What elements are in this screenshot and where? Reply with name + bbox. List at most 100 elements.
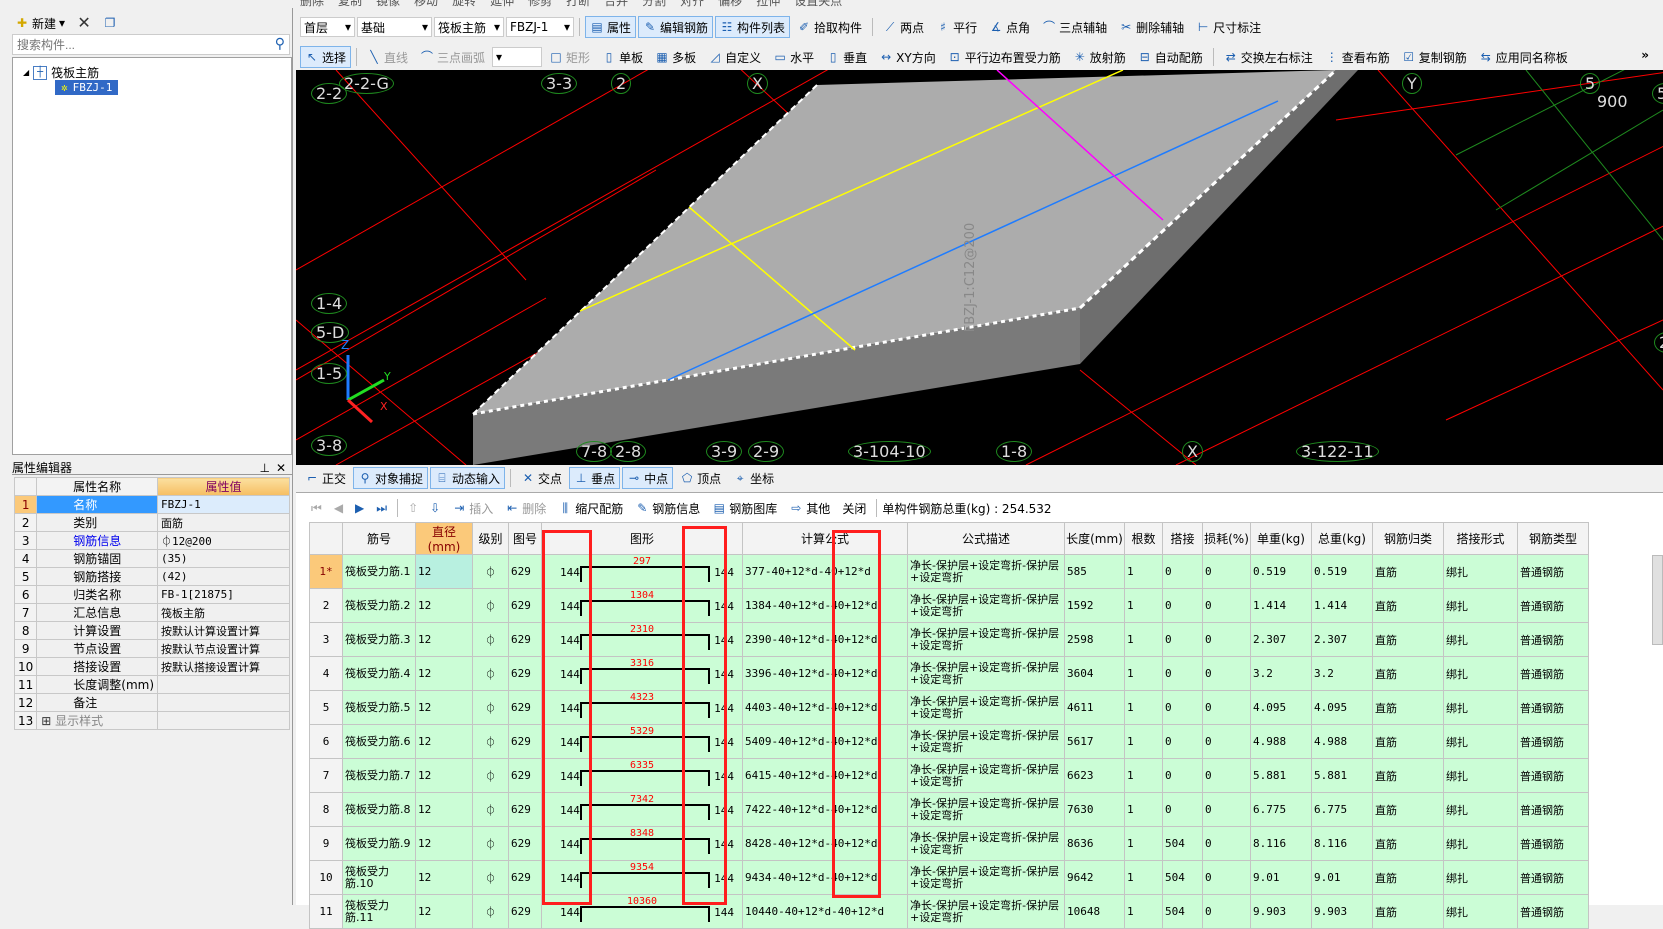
cell-fig[interactable]: 629: [508, 860, 542, 895]
cell-type[interactable]: 普通钢筋: [1517, 622, 1589, 657]
cell-lapform[interactable]: 绑扎: [1443, 894, 1518, 929]
cell-total[interactable]: 3.2: [1311, 656, 1373, 691]
column-header[interactable]: 搭接形式: [1443, 522, 1518, 555]
row-number[interactable]: 2: [309, 588, 343, 623]
property-row[interactable]: 5 钢筋搭接 (42): [13, 567, 290, 586]
cell-lapform[interactable]: 绑扎: [1443, 860, 1518, 895]
property-row[interactable]: 9 节点设置 按默认节点设置计算: [13, 639, 290, 658]
cell-desc[interactable]: 净长-保护层+设定弯折-保护层+设定弯折: [907, 758, 1065, 793]
cell-lapform[interactable]: 绑扎: [1443, 792, 1518, 827]
cell-cls[interactable]: 直筋: [1372, 622, 1444, 657]
cell-total[interactable]: 8.116: [1311, 826, 1373, 861]
expand-icon[interactable]: ⊞: [41, 714, 55, 728]
cell-dia[interactable]: 12: [415, 860, 473, 895]
first-button[interactable]: ⏮: [306, 497, 327, 519]
cell-fig[interactable]: 629: [508, 554, 542, 589]
edit-tool-9[interactable]: 分割: [642, 0, 666, 9]
cell-fig[interactable]: 629: [508, 656, 542, 691]
column-header[interactable]: 公式描述: [907, 522, 1065, 555]
cell-unit[interactable]: 1.414: [1250, 588, 1312, 623]
rebar-tool-6[interactable]: 关闭: [837, 497, 871, 519]
cell-loss[interactable]: 0: [1202, 724, 1251, 759]
cell-lap[interactable]: 0: [1162, 724, 1203, 759]
cell-fig[interactable]: 629: [508, 758, 542, 793]
row-number[interactable]: 6: [309, 724, 343, 759]
cell-len[interactable]: 10648: [1064, 894, 1125, 929]
cell-count[interactable]: 1: [1124, 724, 1163, 759]
cell-fig[interactable]: 629: [508, 690, 542, 725]
cell-type[interactable]: 普通钢筋: [1517, 758, 1589, 793]
cell-cls[interactable]: 直筋: [1372, 588, 1444, 623]
cell-name[interactable]: 筏板受力筋.2: [342, 588, 416, 623]
cell-loss[interactable]: 0: [1202, 622, 1251, 657]
cell-total[interactable]: 0.519: [1311, 554, 1373, 589]
cell-name[interactable]: 筏板受力筋.6: [342, 724, 416, 759]
cell-formula[interactable]: 7422-40+12*d-40+12*d: [742, 792, 908, 827]
3d-viewport[interactable]: Z Y X FBZJ-1:C12@200 2-2 2-2-G 3-3 2 X Y 5 900 5…: [296, 70, 1663, 465]
cell-unit[interactable]: 6.775: [1250, 792, 1312, 827]
cell-unit[interactable]: 4.988: [1250, 724, 1312, 759]
cell-total[interactable]: 5.881: [1311, 758, 1373, 793]
property-row[interactable]: 10 搭接设置 按默认搭接设置计算: [13, 657, 290, 676]
tree-root[interactable]: ◢ ┼ 筏板主筋: [23, 64, 99, 81]
draw-button-4[interactable]: ▯ 单板: [597, 46, 648, 68]
cell-lap[interactable]: 504: [1162, 860, 1203, 895]
cell-formula[interactable]: 8428-40+12*d-40+12*d: [742, 826, 908, 861]
cell-total[interactable]: 9.903: [1311, 894, 1373, 929]
property-row[interactable]: 8 计算设置 按默认计算设置计算: [13, 621, 290, 640]
cell-lapform[interactable]: 绑扎: [1443, 690, 1518, 725]
cell-name[interactable]: 筏板受力筋.4: [342, 656, 416, 691]
cell-len[interactable]: 5617: [1064, 724, 1125, 759]
line-style-select[interactable]: ▾: [492, 47, 543, 67]
rebar-tool-4[interactable]: ▤ 钢筋图库: [707, 497, 782, 519]
cell-grade[interactable]: ⏀: [472, 588, 509, 623]
column-header[interactable]: 根数: [1124, 522, 1163, 555]
cell-formula[interactable]: 3396-40+12*d-40+12*d: [742, 656, 908, 691]
draw-button-7[interactable]: ▭ 水平: [768, 46, 819, 68]
rebar-tool-1[interactable]: ⇤ 删除: [500, 497, 551, 519]
edit-tool-0[interactable]: 删除: [300, 0, 324, 9]
draw-button-13[interactable]: ⇄ 交换左右标注: [1219, 46, 1318, 68]
cell-loss[interactable]: 0: [1202, 860, 1251, 895]
toolbar-button-2[interactable]: ☷ 构件列表: [715, 16, 791, 38]
table-row[interactable]: 9 筏板受力筋.9 12 ⏀ 629 144 8348 144 8428-40+12*d-40+…: [309, 826, 1589, 861]
cell-lapform[interactable]: 绑扎: [1443, 656, 1518, 691]
cell-cls[interactable]: 直筋: [1372, 724, 1444, 759]
cell-lapform[interactable]: 绑扎: [1443, 826, 1518, 861]
cell-unit[interactable]: 4.095: [1250, 690, 1312, 725]
table-row[interactable]: 2 筏板受力筋.2 12 ⏀ 629 144 1304 144 1384-40+12*d-40+…: [309, 588, 1589, 623]
column-header[interactable]: 总重(kg): [1311, 522, 1373, 555]
next-button[interactable]: ▶: [350, 497, 369, 519]
cell-dia[interactable]: 12: [415, 588, 473, 623]
cell-name[interactable]: 筏板受力筋.11: [342, 894, 416, 929]
toolbar-button-0[interactable]: ▤ 属性: [585, 16, 637, 38]
cell-cls[interactable]: 直筋: [1372, 656, 1444, 691]
close-icon[interactable]: ✕: [276, 461, 286, 475]
cell-grade[interactable]: ⏀: [472, 792, 509, 827]
cell-loss[interactable]: 0: [1202, 894, 1251, 929]
cell-count[interactable]: 1: [1124, 656, 1163, 691]
edit-tool-8[interactable]: 合并: [604, 0, 628, 9]
cell-total[interactable]: 4.095: [1311, 690, 1373, 725]
edit-tool-6[interactable]: 修剪: [528, 0, 552, 9]
collapse-icon[interactable]: ◢: [23, 68, 29, 77]
draw-button-8[interactable]: ▯ 垂直: [821, 46, 872, 68]
cell-grade[interactable]: ⏀: [472, 826, 509, 861]
cell-name[interactable]: 筏板受力筋.10: [342, 860, 416, 895]
cell-fig[interactable]: 629: [508, 724, 542, 759]
cell-grade[interactable]: ⏀: [472, 724, 509, 759]
cell-len[interactable]: 4611: [1064, 690, 1125, 725]
pin-icon[interactable]: ⊥: [260, 461, 270, 475]
snap-ortho[interactable]: ⌐ 正交: [300, 467, 351, 489]
row-number[interactable]: 9: [309, 826, 343, 861]
snap-vertex[interactable]: ⬠ 顶点: [675, 467, 726, 489]
table-row[interactable]: 7 筏板受力筋.7 12 ⏀ 629 144 6335 144 6415-40+12*d-40+…: [309, 758, 1589, 793]
cell-unit[interactable]: 3.2: [1250, 656, 1312, 691]
cell-len[interactable]: 9642: [1064, 860, 1125, 895]
cell-type[interactable]: 普通钢筋: [1517, 724, 1589, 759]
cell-grade[interactable]: ⏀: [472, 758, 509, 793]
cell-lap[interactable]: 504: [1162, 826, 1203, 861]
toolbar-button-9[interactable]: ⊢ 尺寸标注: [1191, 16, 1266, 38]
edit-tool-7[interactable]: 打断: [566, 0, 590, 9]
cell-desc[interactable]: 净长-保护层+设定弯折-保护层+设定弯折: [907, 554, 1065, 589]
